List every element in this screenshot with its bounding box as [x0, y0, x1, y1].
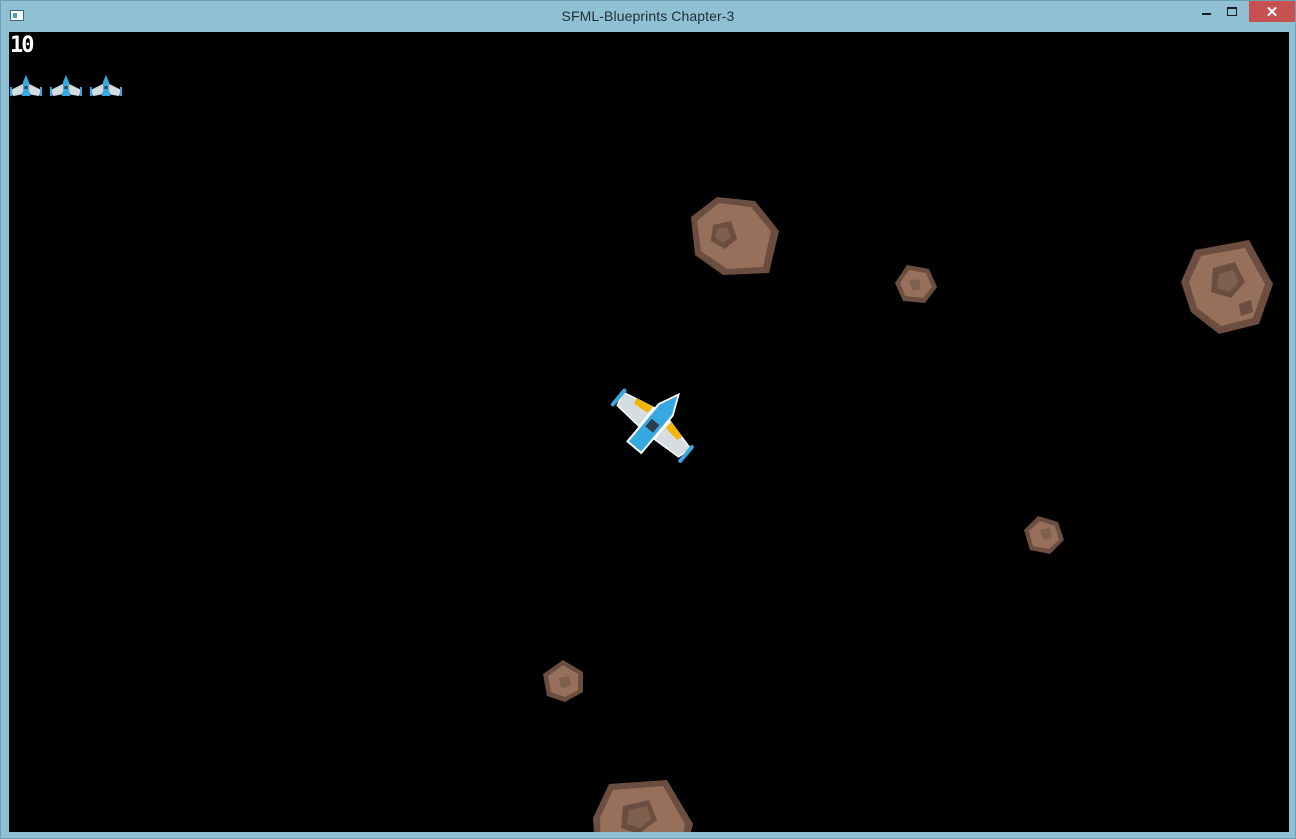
- close-icon: ✕: [1265, 3, 1279, 21]
- game-canvas[interactable]: 10: [9, 32, 1289, 832]
- meteor-small-icon: [895, 265, 937, 303]
- game-window: SFML-Blueprints Chapter-3 ✕ 10: [0, 0, 1296, 839]
- minimize-button[interactable]: [1193, 1, 1219, 22]
- spaceship-icon: [610, 388, 694, 463]
- window-title: SFML-Blueprints Chapter-3: [561, 8, 735, 24]
- meteor-small-icon: [543, 660, 583, 702]
- life-ship-icon: [90, 75, 122, 97]
- minimize-icon: [1201, 13, 1211, 15]
- life-ship-icon: [50, 75, 82, 97]
- title-bar[interactable]: SFML-Blueprints Chapter-3 ✕: [1, 1, 1295, 31]
- meteor-big-icon: [593, 780, 693, 832]
- life-ship-icon: [10, 75, 42, 97]
- score-display: 10: [10, 33, 34, 58]
- meteor-small-icon: [1024, 516, 1064, 554]
- meteor-big-icon: [691, 197, 779, 275]
- maximize-icon: [1227, 7, 1237, 16]
- meteor-big-icon: [1181, 240, 1273, 334]
- maximize-button[interactable]: [1219, 1, 1245, 22]
- close-button[interactable]: ✕: [1249, 1, 1295, 22]
